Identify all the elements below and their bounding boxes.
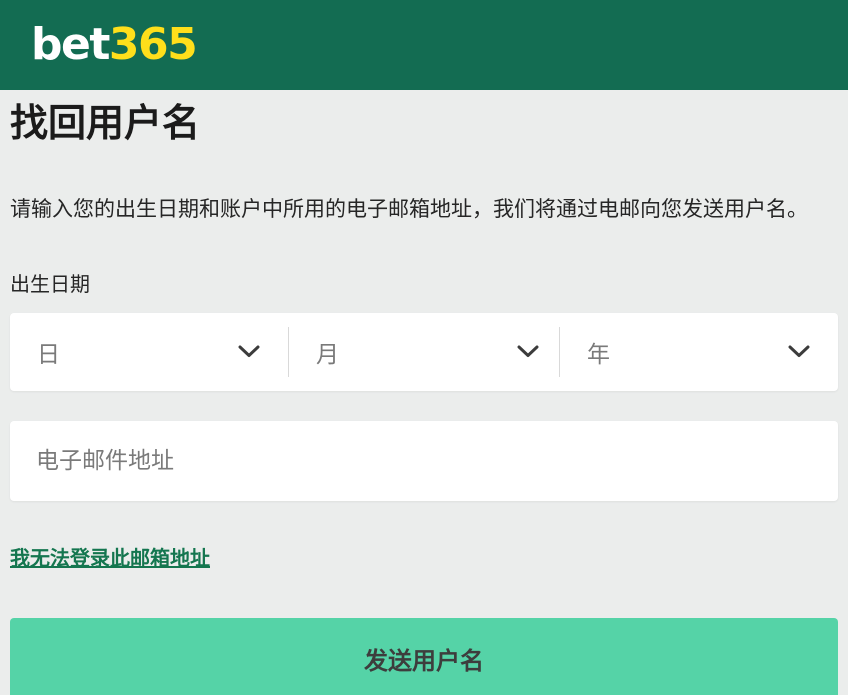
day-select[interactable]: 日 <box>10 313 288 391</box>
date-of-birth-selects: 日 月 年 <box>10 313 838 391</box>
email-address-input[interactable] <box>10 421 838 501</box>
bet365-logo[interactable]: bet365 <box>31 23 196 67</box>
chevron-down-icon <box>517 345 539 358</box>
instructions-text: 请输入您的出生日期和账户中所用的电子邮箱地址，我们将通过电邮向您发送用户名。 <box>10 196 838 223</box>
year-select[interactable]: 年 <box>560 313 838 391</box>
page-title: 找回用户名 <box>10 103 838 147</box>
recover-username-page: 找回用户名 请输入您的出生日期和账户中所用的电子邮箱地址，我们将通过电邮向您发送… <box>0 103 848 695</box>
logo-bet-text: bet <box>31 19 109 70</box>
day-select-value: 日 <box>37 335 60 369</box>
send-username-button[interactable]: 发送用户名 <box>10 618 838 695</box>
top-header: bet365 <box>0 0 848 90</box>
month-select[interactable]: 月 <box>289 313 559 391</box>
month-select-value: 月 <box>316 335 339 369</box>
chevron-down-icon <box>238 345 260 358</box>
logo-365-text: 365 <box>109 19 196 70</box>
chevron-down-icon <box>788 345 810 358</box>
cannot-access-email-link[interactable]: 我无法登录此邮箱地址 <box>10 542 210 571</box>
date-of-birth-label: 出生日期 <box>10 268 838 297</box>
year-select-value: 年 <box>587 335 610 369</box>
